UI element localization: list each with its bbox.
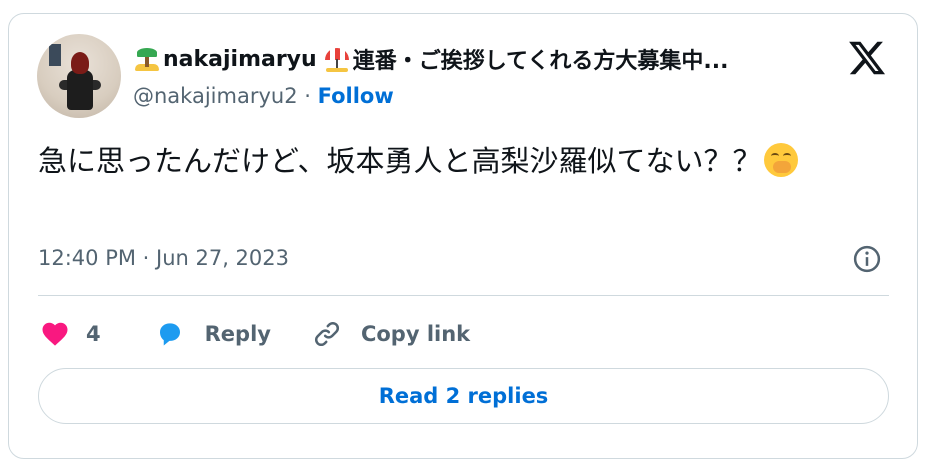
like-count: 4 [86,322,101,346]
action-bar: 4 Reply Copy link [38,312,470,356]
handle-separator: · [297,84,318,108]
avatar-figure-head [71,52,89,74]
author-display-name[interactable]: nakajimaryu [163,47,317,72]
tweet-body: 急に思ったんだけど、坂本勇人と高梨沙羅似てない？？ [38,144,762,178]
author-handle-line: @nakajimaryu2 · Follow [133,84,394,108]
desert-island-icon [133,45,161,73]
author-name-line[interactable]: nakajimaryu 連番・ご挨拶してくれる方大募集中... [133,43,828,75]
avatar-poster [49,44,61,66]
author-handle[interactable]: @nakajimaryu2 [133,84,298,108]
x-logo-icon[interactable] [847,38,887,78]
divider [38,295,889,296]
avatar[interactable] [37,34,121,118]
reply-bubble-icon [159,323,180,346]
face-with-hand-over-mouth-icon [763,143,798,177]
follow-button[interactable]: Follow [318,84,394,108]
reply-button[interactable]: Reply [153,319,311,349]
copy-link-label: Copy link [360,322,471,346]
read-replies-button[interactable]: Read 2 replies [38,368,889,424]
info-icon[interactable] [852,244,882,274]
heart-icon [42,322,68,346]
read-replies-label: Read 2 replies [378,384,549,408]
like-button[interactable]: 4 [38,319,153,349]
link-icon [314,321,339,347]
avatar-figure-body [67,70,93,110]
copy-link-button[interactable]: Copy link [311,319,470,349]
beach-umbrella-icon [323,45,351,73]
tweet-timestamp[interactable]: 12:40 PM · Jun 27, 2023 [38,246,289,270]
reply-label: Reply [204,322,271,346]
author-name-suffix[interactable]: 連番・ご挨拶してくれる方大募集中... [353,43,729,75]
tweet-text: 急に思ったんだけど、坂本勇人と高梨沙羅似てない？？ [38,140,868,182]
